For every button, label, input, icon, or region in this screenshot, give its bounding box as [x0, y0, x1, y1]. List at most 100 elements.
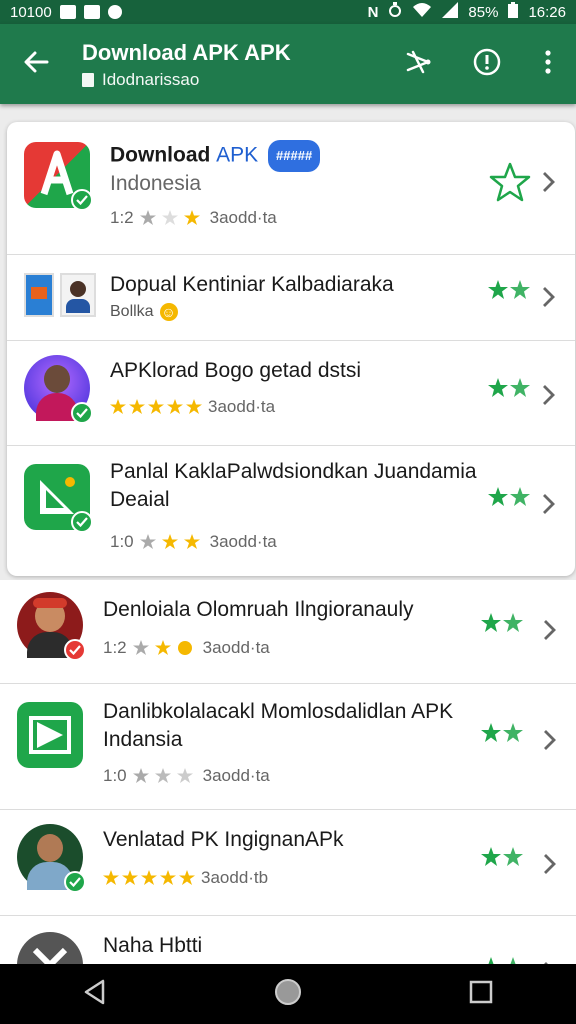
- more-options-button[interactable]: [530, 44, 566, 80]
- rating-meta: 3aodd·tb: [201, 868, 269, 887]
- page-title: Download APK APK: [82, 40, 291, 65]
- back-button[interactable]: [18, 44, 54, 80]
- gallery-icon: [59, 5, 76, 19]
- network-indicator: N: [367, 3, 379, 21]
- verified-check-icon: [71, 189, 93, 211]
- rating-meta: 3aodd·ta: [209, 208, 277, 227]
- nav-recents-button[interactable]: [469, 980, 493, 1009]
- list-item[interactable]: APKlorad Bogo getad dstsi 3aodd·ta: [7, 341, 575, 446]
- chevron-right-icon: [544, 620, 556, 640]
- rating-value: 1:2: [103, 638, 127, 657]
- app-avatar: [17, 932, 83, 964]
- list-item[interactable]: Naha Hbtti: [0, 916, 576, 964]
- share-button[interactable]: [400, 44, 436, 80]
- message-icon: [83, 5, 100, 19]
- five-star-rating-icon: [103, 870, 195, 885]
- item-title: Naha Hbtti: [103, 934, 203, 957]
- recents-square-icon: [469, 980, 492, 1003]
- nav-home-button[interactable]: [274, 978, 302, 1011]
- green-stars-icon: [488, 487, 530, 506]
- alert-check-icon: [64, 639, 86, 661]
- rating-value: 1:0: [110, 532, 134, 551]
- rating-value: 1:0: [103, 766, 127, 785]
- item-sub-text: Bollka: [110, 303, 154, 320]
- item-title: Venlatad PK IngignanAPk: [103, 828, 344, 851]
- verified-check-icon: [71, 511, 93, 533]
- featured-rating: 1:2 3aodd·ta: [110, 208, 277, 228]
- chevron-right-icon: [544, 730, 556, 750]
- app-avatar: [17, 592, 86, 661]
- info-button[interactable]: [469, 44, 505, 80]
- green-stars-icon: [481, 723, 523, 742]
- alarm-icon: [388, 2, 402, 22]
- status-clock: 16:26: [528, 3, 566, 21]
- app-logo: [24, 142, 93, 211]
- thumbnail-image: [24, 273, 54, 317]
- rating-stars-icon: [139, 210, 200, 225]
- featured-tag-badge: #####: [268, 140, 321, 172]
- rating-stars-icon: [139, 534, 200, 549]
- item-rating: 1:0 3aodd·ta: [103, 766, 270, 786]
- app-avatar: [17, 824, 86, 893]
- item-title-line1: Panlal KaklaPalwdsiondkan Juandamia: [110, 460, 477, 483]
- item-rating: 1:2 3aodd·ta: [103, 638, 270, 658]
- app-avatar: [24, 355, 93, 424]
- list-item[interactable]: Panlal KaklaPalwdsiondkan Juandamia Deai…: [7, 446, 575, 576]
- app-list: Download APK ##### Indonesia 1:2 3aodd·t…: [0, 104, 576, 964]
- status-time-left: 10100: [10, 3, 52, 21]
- rating-meta: 3aodd·ta: [202, 638, 270, 657]
- item-title: Dopual Kentiniar Kalbadiaraka: [110, 273, 394, 296]
- rating-meta: 3aodd·ta: [209, 532, 277, 551]
- featured-subtitle: Indonesia: [110, 172, 202, 195]
- app-bar: Download APK APK Idodnarissao: [0, 24, 576, 104]
- list-item[interactable]: Dopual Kentiniar Kalbadiaraka Bollka ☺: [7, 255, 575, 341]
- arrow-left-icon: [24, 51, 49, 73]
- green-stars-icon: [481, 957, 523, 964]
- status-bar: 10100 N 85% 16:26: [0, 0, 576, 24]
- rating-stars-icon: [132, 640, 192, 655]
- featured-card: Download APK ##### Indonesia 1:2 3aodd·t…: [7, 122, 575, 576]
- info-icon: [473, 48, 501, 76]
- featured-app-row[interactable]: Download APK ##### Indonesia 1:2 3aodd·t…: [7, 122, 575, 255]
- more-vert-icon: [545, 50, 551, 74]
- share-icon: [406, 50, 431, 74]
- list-item[interactable]: Denloiala Olomruah Ilngioranauly 1:2 3ao…: [0, 580, 576, 684]
- rating-value: 1:2: [110, 208, 134, 227]
- item-subtitle: Bollka ☺: [110, 303, 178, 321]
- wifi-icon: [412, 2, 432, 22]
- verified-check-icon: [64, 871, 86, 893]
- verified-check-icon: [71, 402, 93, 424]
- featured-title-apk: APK: [216, 143, 259, 167]
- nav-back-button[interactable]: [83, 979, 107, 1010]
- system-nav-bar: [0, 964, 576, 1024]
- home-circle-icon: [274, 978, 301, 1005]
- item-title-line2: Indansia: [103, 728, 183, 751]
- thumbnail-portrait: [60, 273, 96, 317]
- chevron-right-icon: [543, 172, 555, 192]
- chevron-right-icon: [544, 854, 556, 874]
- five-star-rating-icon: [110, 399, 202, 414]
- green-stars-icon: [488, 378, 530, 397]
- item-rating: 1:0 3aodd·ta: [110, 532, 277, 552]
- featured-title: Download APK #####: [110, 140, 321, 172]
- chevron-right-icon: [543, 287, 555, 307]
- compass-icon: [107, 5, 122, 19]
- signal-icon: [442, 2, 459, 22]
- item-rating: 3aodd·tb: [103, 868, 268, 888]
- list-item[interactable]: Venlatad PK IngignanAPk 3aodd·tb: [0, 810, 576, 916]
- rating-stars-icon: [132, 768, 193, 783]
- app-list-more: Denloiala Olomruah Ilngioranauly 1:2 3ao…: [0, 580, 576, 964]
- app-logo: [17, 702, 83, 768]
- battery-icon: [508, 2, 519, 22]
- item-title-line2: Deaial: [110, 488, 170, 511]
- item-rating: 3aodd·ta: [110, 397, 275, 417]
- favorite-star-icon[interactable]: [489, 162, 531, 202]
- app-logo: [24, 464, 93, 533]
- chevron-right-icon: [543, 385, 555, 405]
- battery-percent: 85%: [468, 3, 499, 21]
- list-item[interactable]: Danlibkolalacakl Momlosdalidlan APK Inda…: [0, 684, 576, 810]
- document-icon: [82, 73, 94, 87]
- page-subtitle: Idodnarissao: [82, 70, 199, 90]
- rating-meta: 3aodd·ta: [202, 766, 270, 785]
- green-stars-icon: [488, 280, 530, 299]
